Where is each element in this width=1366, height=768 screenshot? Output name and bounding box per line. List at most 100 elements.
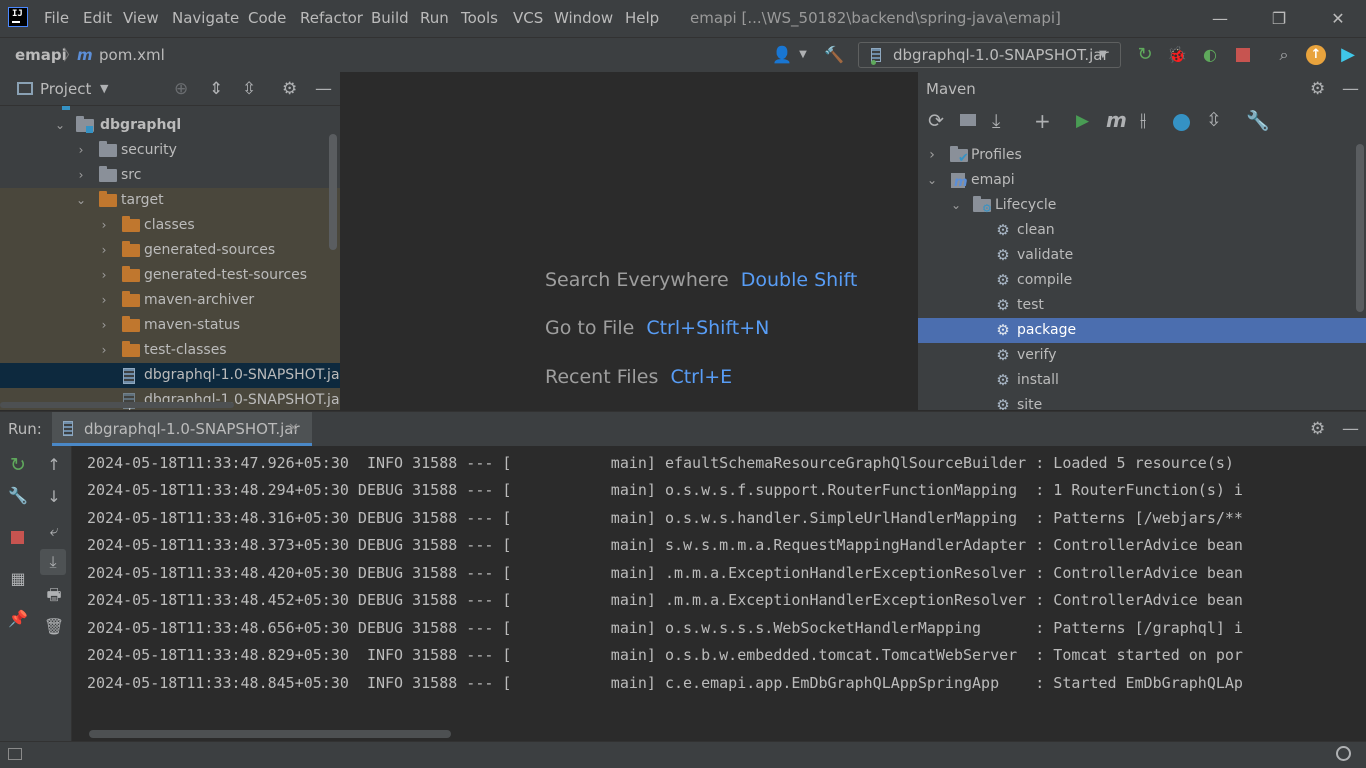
maven-goal-install[interactable]: ⚙ install bbox=[918, 368, 1366, 393]
search-icon[interactable]: ⌕ bbox=[1272, 43, 1296, 67]
maven-goal-test[interactable]: ⚙ test bbox=[918, 293, 1366, 318]
tree-row-src[interactable]: › src bbox=[0, 163, 340, 188]
project-panel-title[interactable]: Project bbox=[40, 72, 91, 106]
menu-view[interactable]: View bbox=[123, 0, 159, 37]
collapse-all-icon[interactable]: ⇳ bbox=[242, 72, 256, 106]
maven-row-lifecycle[interactable]: ⌄ ⚙ Lifecycle bbox=[918, 193, 1366, 218]
vertical-scrollbar[interactable] bbox=[1356, 144, 1364, 312]
run-with-coverage-icon[interactable]: ◐ bbox=[1198, 43, 1222, 67]
tree-row-dbgraphql[interactable]: ⌄ dbgraphql bbox=[0, 113, 340, 138]
run-icon[interactable]: ▶ bbox=[1076, 111, 1089, 131]
settings-gear-icon[interactable]: ⚙ bbox=[1310, 412, 1325, 446]
debug-bug-icon[interactable]: 🐞 bbox=[1165, 43, 1189, 67]
menu-file[interactable]: File bbox=[44, 0, 69, 37]
menu-vcs[interactable]: VCS bbox=[513, 0, 543, 37]
scroll-down-icon[interactable]: ↓ bbox=[41, 484, 67, 510]
tree-row-target[interactable]: ⌄ target bbox=[0, 188, 340, 213]
stop-icon[interactable] bbox=[11, 531, 24, 544]
scroll-to-end-icon[interactable]: ⤓ bbox=[40, 549, 66, 575]
horizontal-scrollbar[interactable] bbox=[89, 730, 451, 738]
vertical-scrollbar[interactable] bbox=[329, 134, 337, 250]
menu-navigate[interactable]: Navigate bbox=[172, 0, 239, 37]
tree-row-generated-sources[interactable]: › generated-sources bbox=[0, 238, 340, 263]
build-hammer-icon[interactable]: 🔨 bbox=[822, 43, 846, 67]
print-icon[interactable]: 🖶 bbox=[41, 582, 67, 608]
tree-row-maven-archiver[interactable]: › maven-archiver bbox=[0, 288, 340, 313]
maven-goal-package[interactable]: ⚙ package bbox=[918, 318, 1366, 343]
toggle-offline-icon[interactable]: ⫲ bbox=[1140, 109, 1146, 131]
menu-refactor[interactable]: Refactor bbox=[300, 0, 363, 37]
maven-goal-validate[interactable]: ⚙ validate bbox=[918, 243, 1366, 268]
user-dropdown-icon[interactable]: ▼ bbox=[791, 43, 815, 67]
chevron-right-icon[interactable]: › bbox=[75, 138, 87, 163]
console-output[interactable]: 2024-05-18T11:33:47.926+05:30 INFO 31588… bbox=[73, 446, 1366, 741]
maven-row-profiles[interactable]: › ✔ Profiles bbox=[918, 143, 1366, 168]
event-log-icon[interactable] bbox=[1336, 746, 1351, 761]
chevron-right-icon[interactable]: › bbox=[98, 213, 110, 238]
close-tab-icon[interactable]: ✕ bbox=[288, 412, 299, 446]
chevron-down-icon[interactable]: ⌄ bbox=[950, 193, 962, 218]
chevron-right-icon[interactable]: › bbox=[98, 263, 110, 288]
skip-tests-icon[interactable] bbox=[1173, 114, 1190, 131]
close-window-button[interactable]: ✕ bbox=[1315, 0, 1361, 37]
locate-file-icon[interactable]: ⊕ bbox=[174, 72, 188, 106]
tree-row-generated-test-sources[interactable]: › generated-test-sources bbox=[0, 263, 340, 288]
chevron-down-icon[interactable]: ⌄ bbox=[75, 188, 87, 213]
run-configuration-selector[interactable]: dbgraphql-1.0-SNAPSHOT.jar ▼ bbox=[858, 42, 1121, 68]
chevron-right-icon[interactable]: › bbox=[98, 238, 110, 263]
rerun-icon[interactable]: ↻ bbox=[5, 452, 31, 478]
menu-window[interactable]: Window bbox=[554, 0, 613, 37]
toolbox-icon[interactable]: ▶ bbox=[1336, 43, 1360, 67]
minimize-button[interactable]: — bbox=[1197, 0, 1243, 37]
horizontal-scrollbar[interactable] bbox=[0, 402, 234, 408]
tree-row-maven-status[interactable]: › maven-status bbox=[0, 313, 340, 338]
breadcrumb-file[interactable]: pom.xml bbox=[99, 38, 165, 72]
maven-goal-verify[interactable]: ⚙ verify bbox=[918, 343, 1366, 368]
menu-help[interactable]: Help bbox=[625, 0, 659, 37]
chevron-down-icon[interactable]: ⌄ bbox=[54, 113, 66, 138]
execute-goal-icon[interactable]: m bbox=[1106, 108, 1127, 132]
maven-goal-site[interactable]: ⚙ site bbox=[918, 393, 1366, 410]
view-selector-chevron-icon[interactable]: ▼ bbox=[100, 72, 108, 106]
soft-wrap-icon[interactable]: ⤶ bbox=[41, 518, 67, 544]
maven-row-emapi[interactable]: ⌄ m emapi bbox=[918, 168, 1366, 193]
scroll-up-icon[interactable]: ↑ bbox=[41, 452, 67, 478]
hide-panel-icon[interactable]: — bbox=[1342, 72, 1359, 106]
breadcrumb-project[interactable]: emapi bbox=[15, 38, 67, 72]
settings-gear-icon[interactable]: ⚙ bbox=[282, 72, 297, 106]
menu-build[interactable]: Build bbox=[371, 0, 409, 37]
expand-all-icon[interactable]: ⇕ bbox=[209, 72, 223, 106]
menu-code[interactable]: Code bbox=[248, 0, 286, 37]
layout-icon[interactable]: ▦ bbox=[5, 566, 31, 592]
reload-icon[interactable]: ⟳ bbox=[928, 110, 944, 132]
maximize-button[interactable]: ❐ bbox=[1256, 0, 1302, 37]
tree-row-jar-selected[interactable]: dbgraphql-1.0-SNAPSHOT.jar bbox=[0, 363, 340, 388]
chevron-right-icon[interactable]: › bbox=[98, 288, 110, 313]
hide-panel-icon[interactable]: — bbox=[1342, 412, 1359, 446]
clear-all-icon[interactable]: 🗑 bbox=[41, 614, 67, 640]
settings-gear-icon[interactable]: ⚙ bbox=[1310, 72, 1325, 106]
tree-row-test-classes[interactable]: › test-classes bbox=[0, 338, 340, 363]
chevron-right-icon[interactable]: › bbox=[98, 313, 110, 338]
stop-icon[interactable] bbox=[1236, 48, 1250, 62]
toggle-tool-windows-icon[interactable] bbox=[8, 748, 22, 760]
chevron-right-icon[interactable]: › bbox=[98, 338, 110, 363]
wrench-icon[interactable]: 🔧 bbox=[5, 483, 31, 509]
chevron-right-icon[interactable]: › bbox=[926, 143, 938, 168]
add-icon[interactable]: + bbox=[1034, 109, 1051, 133]
maven-goal-clean[interactable]: ⚙ clean bbox=[918, 218, 1366, 243]
update-icon[interactable]: ↑ bbox=[1306, 45, 1326, 65]
pin-icon[interactable]: 📌 bbox=[5, 606, 31, 632]
menu-edit[interactable]: Edit bbox=[83, 0, 112, 37]
run-tab[interactable]: dbgraphql-1.0-SNAPSHOT.jar ✕ bbox=[52, 412, 312, 446]
chevron-right-icon[interactable]: › bbox=[75, 163, 87, 188]
tree-row-classes[interactable]: › classes bbox=[0, 213, 340, 238]
rerun-icon[interactable]: ↻ bbox=[1133, 43, 1157, 67]
maven-goal-compile[interactable]: ⚙ compile bbox=[918, 268, 1366, 293]
download-icon[interactable]: ⤓ bbox=[992, 110, 1000, 132]
generate-sources-icon[interactable] bbox=[960, 114, 976, 126]
menu-tools[interactable]: Tools bbox=[461, 0, 498, 37]
menu-run[interactable]: Run bbox=[420, 0, 449, 37]
hide-panel-icon[interactable]: — bbox=[315, 72, 332, 106]
collapse-all-icon[interactable]: ⇳ bbox=[1206, 109, 1222, 131]
